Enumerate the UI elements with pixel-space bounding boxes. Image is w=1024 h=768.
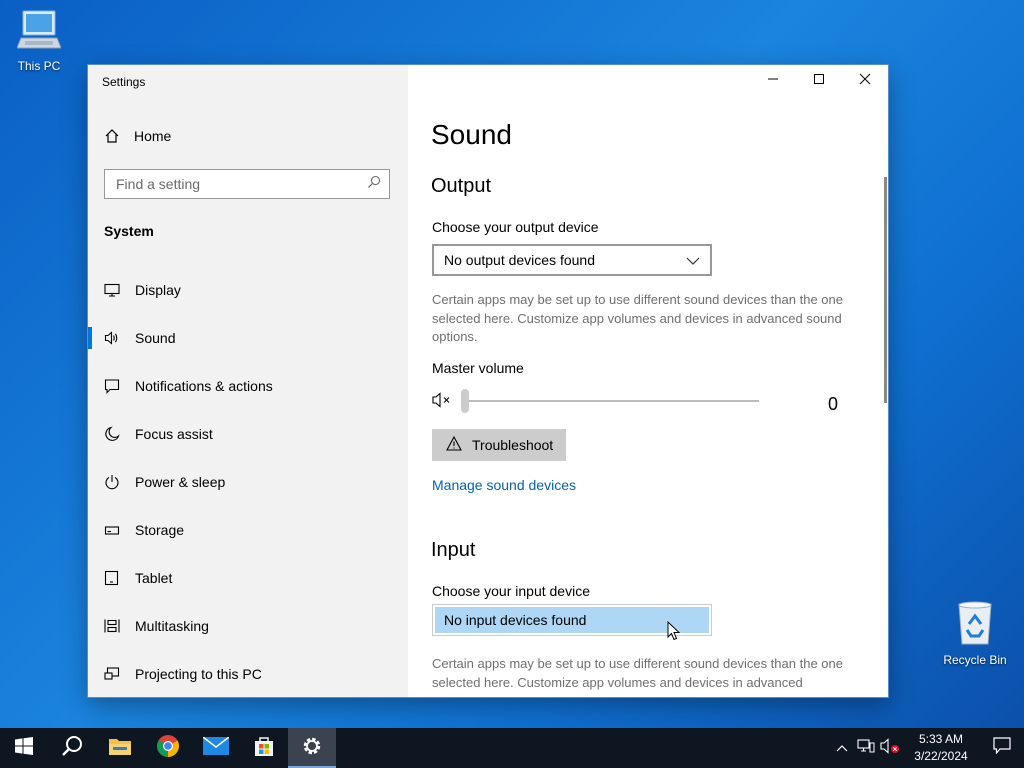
home-icon — [104, 128, 120, 144]
output-device-dropdown[interactable]: No output devices found — [432, 244, 712, 276]
output-device-label: Choose your output device — [432, 219, 599, 235]
sidebar-item-label: Projecting to this PC — [135, 666, 262, 682]
recycle-bin-label: Recycle Bin — [943, 653, 1007, 667]
volume-tray-button[interactable] — [878, 728, 902, 768]
taskbar-chrome[interactable] — [144, 728, 192, 768]
taskbar-settings[interactable] — [288, 728, 336, 768]
output-description: Certain apps may be set up to use differ… — [432, 292, 843, 344]
volume-value: 0 — [828, 394, 839, 414]
start-icon — [15, 736, 33, 760]
input-heading: Input — [431, 539, 476, 561]
sidebar-item-display[interactable]: Display — [88, 266, 408, 314]
troubleshoot-label: Troubleshoot — [472, 437, 554, 453]
settings-window: Settings Home Find a setting System Disp… — [88, 65, 888, 697]
sidebar-item-label: Sound — [135, 330, 176, 346]
sidebar-item-label: Display — [135, 282, 181, 298]
taskbar-store[interactable] — [240, 728, 288, 768]
sidebar-item-label: Power & sleep — [135, 474, 226, 490]
warning-icon — [446, 435, 462, 454]
chevron-up-icon — [836, 739, 848, 757]
taskbar-search-button[interactable] — [48, 728, 96, 768]
recycle-bin-icon — [940, 600, 1010, 651]
sidebar-item-storage[interactable]: Storage — [88, 506, 408, 554]
manage-sound-devices-link[interactable]: Manage sound devices — [432, 477, 576, 493]
sidebar-item-multitasking[interactable]: Multitasking — [88, 602, 408, 650]
input-device-label: Choose your input device — [432, 583, 590, 599]
sidebar-item-focus-assist[interactable]: Focus assist — [88, 410, 408, 458]
search-icon — [367, 175, 381, 194]
recycle-bin-desktop-icon[interactable]: Recycle Bin — [940, 600, 1010, 667]
sidebar-item-notifications[interactable]: Notifications & actions — [88, 362, 408, 410]
sidebar-item-label: Focus assist — [135, 426, 213, 442]
power-icon — [104, 474, 120, 490]
window-title: Settings — [102, 75, 146, 89]
sidebar-item-home[interactable]: Home — [104, 128, 171, 144]
section-title: System — [104, 223, 154, 239]
action-center-button[interactable] — [980, 728, 1024, 768]
sidebar-item-projecting[interactable]: Projecting to this PC — [88, 650, 408, 697]
sidebar-nav: Display Sound Notifications & actions Fo… — [88, 266, 408, 697]
mail-icon — [202, 735, 230, 760]
output-device-value: No output devices found — [444, 252, 595, 268]
search-icon — [61, 735, 83, 762]
computer-icon — [4, 8, 74, 57]
home-label: Home — [134, 128, 172, 144]
this-pc-desktop-icon[interactable]: This PC — [4, 8, 74, 73]
network-icon — [857, 738, 875, 759]
speaker-icon — [104, 330, 120, 346]
system-tray: 5:33 AM 3/22/2024 — [830, 728, 1024, 768]
taskbar-mail[interactable] — [192, 728, 240, 768]
network-tray-button[interactable] — [854, 728, 878, 768]
sidebar: Settings Home Find a setting System Disp… — [88, 65, 408, 697]
volume-slider-track[interactable] — [464, 400, 759, 402]
chrome-icon — [156, 734, 180, 763]
sidebar-item-label: Notifications & actions — [135, 378, 273, 394]
sidebar-item-label: Multitasking — [135, 618, 209, 634]
storage-icon — [104, 522, 120, 538]
sidebar-item-label: Storage — [135, 522, 185, 538]
troubleshoot-button[interactable]: Troubleshoot — [432, 429, 566, 461]
volume-muted-icon — [880, 737, 900, 759]
clock-time: 5:33 AM — [918, 732, 964, 746]
output-heading: Output — [431, 175, 492, 197]
clock-date: 3/22/2024 — [914, 749, 968, 763]
input-description: Certain apps may be set up to use differ… — [432, 656, 843, 690]
file-explorer-icon — [108, 736, 132, 761]
settings-icon — [301, 735, 323, 762]
clock[interactable]: 5:33 AM 3/22/2024 — [902, 731, 980, 765]
sound-page: Sound Output Choose your output device N… — [408, 65, 888, 697]
show-hidden-icons-button[interactable] — [830, 728, 854, 768]
search-placeholder: Find a setting — [116, 176, 201, 192]
action-center-icon — [993, 737, 1011, 759]
sidebar-item-sound[interactable]: Sound — [88, 314, 408, 362]
moon-icon — [104, 426, 120, 442]
this-pc-label: This PC — [17, 59, 61, 73]
tablet-icon — [104, 570, 120, 586]
search-input[interactable]: Find a setting — [104, 169, 390, 199]
start-button[interactable] — [0, 728, 48, 768]
chevron-down-icon — [686, 252, 700, 268]
sidebar-item-power-sleep[interactable]: Power & sleep — [88, 458, 408, 506]
taskbar-file-explorer[interactable] — [96, 728, 144, 768]
notification-icon — [104, 378, 120, 394]
projecting-icon — [104, 666, 120, 682]
page-title: Sound — [431, 119, 512, 150]
multitasking-icon — [104, 618, 120, 634]
store-icon — [253, 735, 275, 762]
volume-slider-thumb[interactable] — [461, 389, 469, 413]
mute-speaker-icon[interactable] — [432, 392, 454, 413]
content-scrollbar[interactable] — [884, 177, 887, 403]
display-icon — [104, 282, 120, 298]
sidebar-item-tablet[interactable]: Tablet — [88, 554, 408, 602]
sidebar-item-label: Tablet — [135, 570, 173, 586]
taskbar: 5:33 AM 3/22/2024 — [0, 728, 1024, 768]
mouse-cursor-icon — [667, 620, 681, 646]
master-volume-label: Master volume — [432, 360, 524, 376]
